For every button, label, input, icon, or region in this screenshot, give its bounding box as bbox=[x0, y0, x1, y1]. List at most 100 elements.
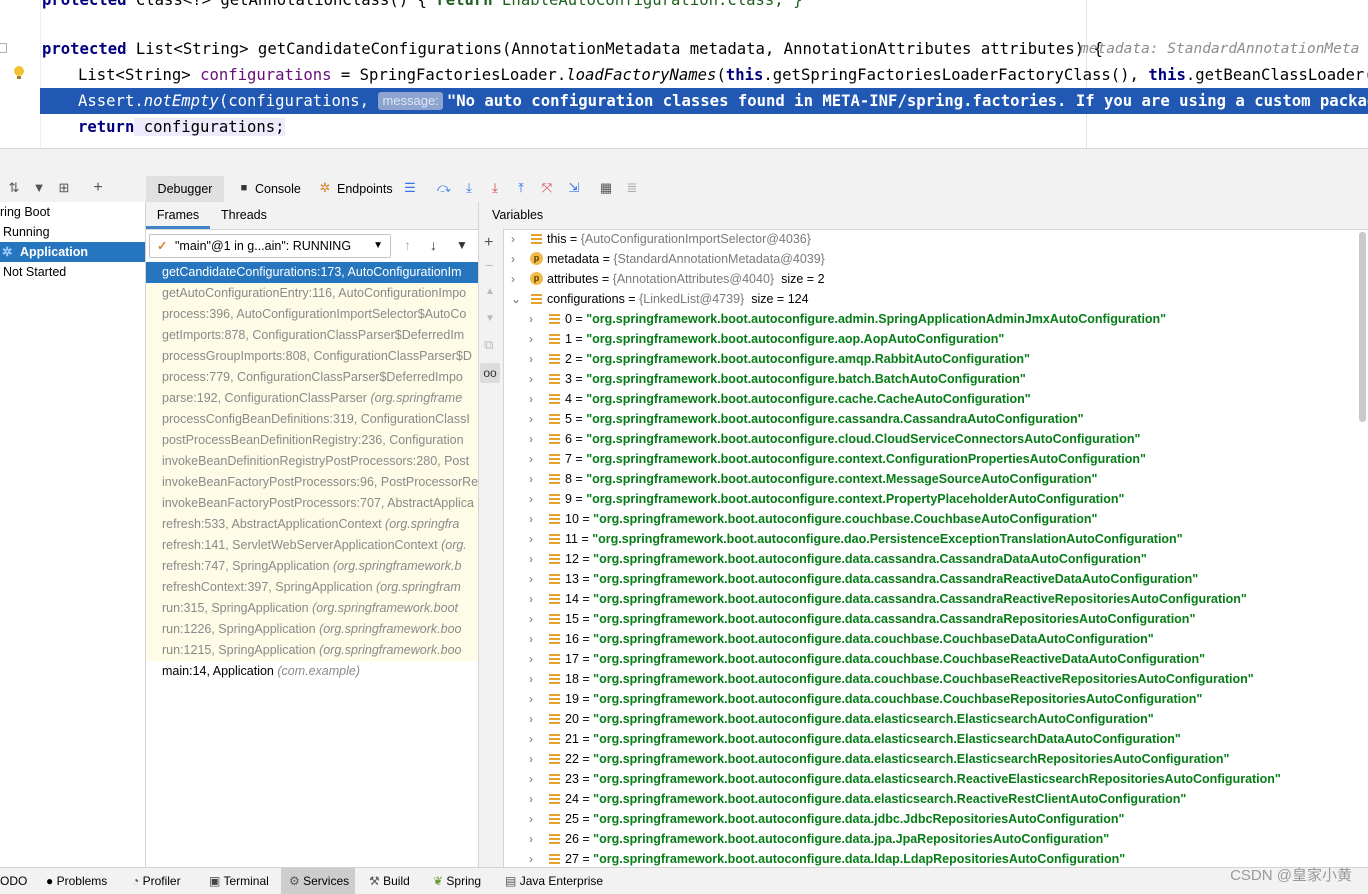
chevron-right-icon[interactable]: › bbox=[529, 629, 539, 649]
list-element-row[interactable]: › 5 = "org.springframework.boot.autoconfi… bbox=[479, 409, 1359, 429]
stack-frame-row[interactable]: parse:192, ConfigurationClassParser (org… bbox=[146, 388, 478, 409]
stack-frame-row[interactable]: refreshContext:397, SpringApplication (o… bbox=[146, 577, 478, 598]
bottom-item-todo[interactable]: ODO bbox=[0, 868, 27, 894]
list-element-row[interactable]: › 2 = "org.springframework.boot.autoconfi… bbox=[479, 349, 1359, 369]
tab-endpoints[interactable]: Endpoints bbox=[337, 176, 393, 202]
list-element-row[interactable]: › 15 = "org.springframework.boot.autoconf… bbox=[479, 609, 1359, 629]
list-element-row[interactable]: › 27 = "org.springframework.boot.autoconf… bbox=[479, 849, 1359, 867]
move-down-icon[interactable]: ▼ bbox=[485, 313, 495, 324]
list-element-row[interactable]: › 25 = "org.springframework.boot.autoconf… bbox=[479, 809, 1359, 829]
layout-menu-icon[interactable]: ☰ bbox=[402, 180, 418, 196]
chevron-right-icon[interactable]: › bbox=[529, 589, 539, 609]
list-element-row[interactable]: › 4 = "org.springframework.boot.autoconfi… bbox=[479, 389, 1359, 409]
tab-variables[interactable]: Variables bbox=[492, 202, 543, 229]
run-to-cursor-icon[interactable]: ⇲ bbox=[566, 180, 582, 196]
list-element-row[interactable]: › 19 = "org.springframework.boot.autoconf… bbox=[479, 689, 1359, 709]
chevron-right-icon[interactable]: › bbox=[529, 529, 539, 549]
stack-frame-row[interactable]: getCandidateConfigurations:173, AutoConf… bbox=[146, 262, 478, 283]
chevron-right-icon[interactable]: › bbox=[529, 689, 539, 709]
stack-frame-row[interactable]: getImports:878, ConfigurationClassParser… bbox=[146, 325, 478, 346]
bottom-item-terminal[interactable]: ▣ Terminal bbox=[209, 868, 269, 894]
list-element-row[interactable]: › 7 = "org.springframework.boot.autoconfi… bbox=[479, 449, 1359, 469]
stack-frame-row[interactable]: refresh:747, SpringApplication (org.spri… bbox=[146, 556, 478, 577]
list-element-row[interactable]: › 9 = "org.springframework.boot.autoconfi… bbox=[479, 489, 1359, 509]
stack-frame-row[interactable]: run:1226, SpringApplication (org.springf… bbox=[146, 619, 478, 640]
stack-frame-row[interactable]: processConfigBeanDefinitions:319, Config… bbox=[146, 409, 478, 430]
list-element-row[interactable]: › 0 = "org.springframework.boot.autoconfi… bbox=[479, 309, 1359, 329]
glasses-icon[interactable]: oo bbox=[480, 363, 500, 383]
chevron-right-icon[interactable]: › bbox=[529, 709, 539, 729]
bottom-item-profiler[interactable]: ◔ Profiler bbox=[132, 868, 181, 894]
chevron-right-icon[interactable]: › bbox=[529, 449, 539, 469]
chevron-right-icon[interactable]: › bbox=[529, 509, 539, 529]
chevron-right-icon[interactable]: › bbox=[529, 469, 539, 489]
drop-frame-icon[interactable]: ⤧ bbox=[539, 180, 555, 196]
chevron-right-icon[interactable]: › bbox=[529, 789, 539, 809]
list-element-row[interactable]: › 20 = "org.springframework.boot.autoconf… bbox=[479, 709, 1359, 729]
list-element-row[interactable]: › 23 = "org.springframework.boot.autoconf… bbox=[479, 769, 1359, 789]
chevron-right-icon[interactable]: › bbox=[511, 269, 521, 289]
stack-frame-row[interactable]: run:315, SpringApplication (org.springfr… bbox=[146, 598, 478, 619]
stack-frame-row[interactable]: invokeBeanFactoryPostProcessors:707, Abs… bbox=[146, 493, 478, 514]
service-node-running[interactable]: Running bbox=[0, 222, 145, 242]
stack-frame-row[interactable]: run:1215, SpringApplication (org.springf… bbox=[146, 640, 478, 661]
list-element-row[interactable]: › 14 = "org.springframework.boot.autoconf… bbox=[479, 589, 1359, 609]
list-element-row[interactable]: › 8 = "org.springframework.boot.autoconfi… bbox=[479, 469, 1359, 489]
list-element-row[interactable]: › 18 = "org.springframework.boot.autoconf… bbox=[479, 669, 1359, 689]
step-into-icon[interactable]: ⤓ bbox=[461, 180, 477, 196]
stack-frame-row[interactable]: postProcessBeanDefinitionRegistry:236, C… bbox=[146, 430, 478, 451]
add-watch-icon[interactable]: + bbox=[484, 234, 493, 252]
list-element-row[interactable]: › 6 = "org.springframework.boot.autoconfi… bbox=[479, 429, 1359, 449]
chevron-right-icon[interactable]: › bbox=[529, 309, 539, 329]
chevron-right-icon[interactable]: › bbox=[529, 769, 539, 789]
list-element-row[interactable]: › 24 = "org.springframework.boot.autoconf… bbox=[479, 789, 1359, 809]
tab-debugger[interactable]: Debugger bbox=[146, 176, 224, 202]
chevron-right-icon[interactable]: › bbox=[529, 749, 539, 769]
list-element-row[interactable]: › 12 = "org.springframework.boot.autoconf… bbox=[479, 549, 1359, 569]
variables-scrollbar[interactable] bbox=[1359, 232, 1366, 422]
stack-frame-row[interactable]: getAutoConfigurationEntry:116, AutoConfi… bbox=[146, 283, 478, 304]
chevron-right-icon[interactable]: › bbox=[529, 669, 539, 689]
chevron-right-icon[interactable]: › bbox=[529, 369, 539, 389]
thread-select[interactable]: ✓ "main"@1 in g...ain": RUNNING ▼ bbox=[149, 234, 391, 258]
list-element-row[interactable]: › 17 = "org.springframework.boot.autoconf… bbox=[479, 649, 1359, 669]
variable-row[interactable]: ⌄ configurations = {LinkedList@4739} size … bbox=[479, 289, 1359, 309]
service-node-not-started[interactable]: Not Started bbox=[0, 262, 145, 282]
list-element-row[interactable]: › 22 = "org.springframework.boot.autoconf… bbox=[479, 749, 1359, 769]
bottom-item-build[interactable]: ⚒ Build bbox=[369, 868, 410, 894]
copy-icon[interactable]: ⧉ bbox=[484, 337, 493, 353]
bottom-item-problems[interactable]: ● Problems bbox=[46, 868, 107, 894]
stack-frame-row[interactable]: process:779, ConfigurationClassParser$De… bbox=[146, 367, 478, 388]
service-node-spring-boot[interactable]: ring Boot bbox=[0, 202, 145, 222]
list-element-row[interactable]: › 16 = "org.springframework.boot.autoconf… bbox=[479, 629, 1359, 649]
step-out-icon[interactable]: ⤒ bbox=[513, 180, 529, 196]
tab-frames[interactable]: Frames bbox=[146, 202, 210, 229]
filter-icon[interactable]: ▼ bbox=[31, 180, 47, 196]
chevron-right-icon[interactable]: › bbox=[529, 389, 539, 409]
service-node-application[interactable]: ✲ Application bbox=[0, 242, 145, 262]
stack-frame-row[interactable]: invokeBeanFactoryPostProcessors:96, Post… bbox=[146, 472, 478, 493]
chevron-right-icon[interactable]: › bbox=[529, 729, 539, 749]
stack-frame-row[interactable]: main:14, Application (com.example) bbox=[146, 661, 478, 682]
list-element-row[interactable]: › 13 = "org.springframework.boot.autoconf… bbox=[479, 569, 1359, 589]
chevron-right-icon[interactable]: › bbox=[529, 649, 539, 669]
arrow-down-icon[interactable]: ↓ bbox=[430, 237, 437, 253]
filter-frames-icon[interactable]: ▼ bbox=[456, 238, 468, 252]
stack-frame-row[interactable]: refresh:533, AbstractApplicationContext … bbox=[146, 514, 478, 535]
list-element-row[interactable]: › 1 = "org.springframework.boot.autoconfi… bbox=[479, 329, 1359, 349]
tab-threads[interactable]: Threads bbox=[221, 202, 267, 229]
chevron-right-icon[interactable]: › bbox=[529, 489, 539, 509]
code-editor[interactable]: protected Class<?> getAnnotationClass() … bbox=[0, 0, 1368, 148]
chevron-right-icon[interactable]: › bbox=[529, 809, 539, 829]
move-up-icon[interactable]: ▲ bbox=[485, 286, 495, 297]
evaluate-expression-icon[interactable]: ▦ bbox=[598, 180, 614, 196]
variable-row[interactable]: › p metadata = {StandardAnnotationMetadata… bbox=[479, 249, 1359, 269]
trace-stream-icon[interactable]: ≣ bbox=[624, 180, 640, 196]
stack-frame-row[interactable]: refresh:141, ServletWebServerApplication… bbox=[146, 535, 478, 556]
stack-frame-row[interactable]: process:396, AutoConfigurationImportSele… bbox=[146, 304, 478, 325]
list-element-row[interactable]: › 11 = "org.springframework.boot.autoconf… bbox=[479, 529, 1359, 549]
chevron-right-icon[interactable]: › bbox=[529, 329, 539, 349]
chevron-right-icon[interactable]: › bbox=[529, 829, 539, 849]
stack-frame-row[interactable]: processGroupImports:808, ConfigurationCl… bbox=[146, 346, 478, 367]
chevron-right-icon[interactable]: › bbox=[529, 569, 539, 589]
